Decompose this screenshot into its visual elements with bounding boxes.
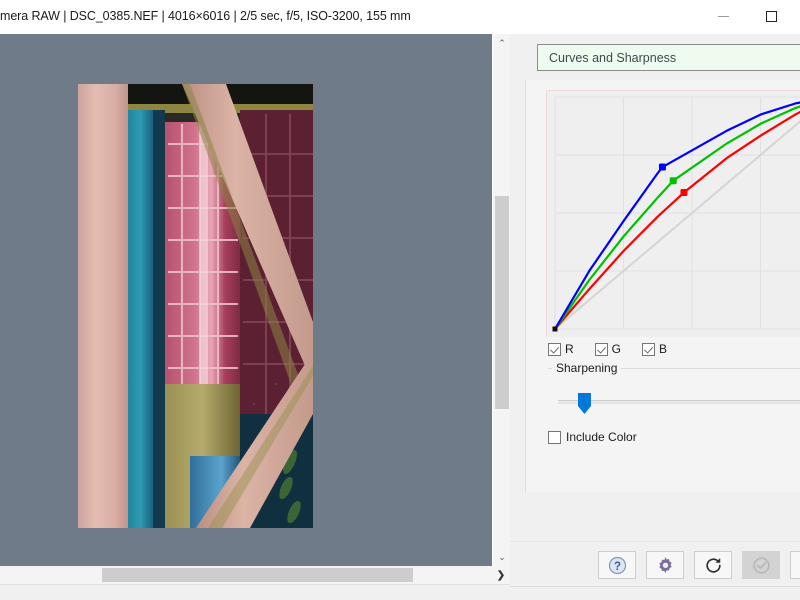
checkbox-g-icon[interactable] [595,343,608,356]
channel-checkbox-b[interactable]: B [642,342,667,356]
check-circle-icon [752,556,771,575]
title-bar: mera RAW | DSC_0385.NEF | 4016×6016 | 2/… [0,0,800,35]
apply-button [742,551,780,579]
photo-graphic [78,84,313,528]
image-canvas[interactable] [0,34,492,566]
minimize-button[interactable] [700,0,746,33]
scroll-up-icon[interactable]: ⌃ [493,34,511,52]
scroll-right-icon[interactable]: ❯ [492,566,510,584]
checkbox-r-icon[interactable] [548,343,561,356]
status-strip [0,584,510,600]
canvas-horizontal-scrollbar[interactable]: ❯ [0,566,510,584]
channel-checkbox-g[interactable]: G [595,342,621,356]
panel-content: R G B Sharpening [525,80,800,492]
minimize-icon [718,16,729,17]
adjustments-panel: Curves and Sharpness 1 R [510,34,800,600]
include-color-checkbox[interactable]: Include Color [548,430,637,444]
photo-preview[interactable] [78,84,313,528]
svg-text:?: ? [613,561,620,573]
channel-label-g: G [612,342,621,356]
control-point-origin[interactable] [553,327,558,332]
slider-thumb[interactable] [578,393,591,414]
overflow-button[interactable] [790,551,800,579]
checkbox-include-color-icon[interactable] [548,431,561,444]
gear-icon [656,556,675,575]
control-point-g[interactable] [670,177,677,184]
canvas-vertical-scrollbar[interactable]: ⌃ ⌄ [492,34,511,566]
maximize-icon [766,11,777,22]
control-point-r[interactable] [680,189,687,196]
tone-curve-graph[interactable] [547,91,800,337]
help-button[interactable]: ? [598,551,636,579]
slider-track[interactable] [558,400,800,404]
sharpening-slider[interactable] [558,393,800,411]
horizontal-scroll-thumb[interactable] [102,568,413,582]
channel-checkbox-group: R G B [548,342,688,356]
sharpening-label: Sharpening [552,361,621,375]
control-point-b[interactable] [659,164,666,171]
scroll-down-icon[interactable]: ⌄ [493,548,511,566]
maximize-button[interactable] [748,0,794,33]
window-title: mera RAW | DSC_0385.NEF | 4016×6016 | 2/… [0,9,411,23]
checkbox-b-icon[interactable] [642,343,655,356]
include-color-label: Include Color [566,430,637,444]
settings-button[interactable] [646,551,684,579]
toolbar-divider [510,586,800,587]
channel-checkbox-r[interactable]: R [548,342,574,356]
channel-label-r: R [565,342,574,356]
vertical-scroll-thumb[interactable] [495,196,509,409]
panel-toolbar: ? [510,541,800,587]
channel-label-b: B [659,342,667,356]
panel-title: Curves and Sharpness [549,51,676,65]
tone-curve-editor[interactable] [546,90,800,337]
refresh-icon [704,556,723,575]
tab-curves-and-sharpness[interactable]: Curves and Sharpness 1 [537,44,800,71]
reset-button[interactable] [694,551,732,579]
camera-raw-window: mera RAW | DSC_0385.NEF | 4016×6016 | 2/… [0,0,800,600]
question-mark-icon: ? [608,556,627,575]
